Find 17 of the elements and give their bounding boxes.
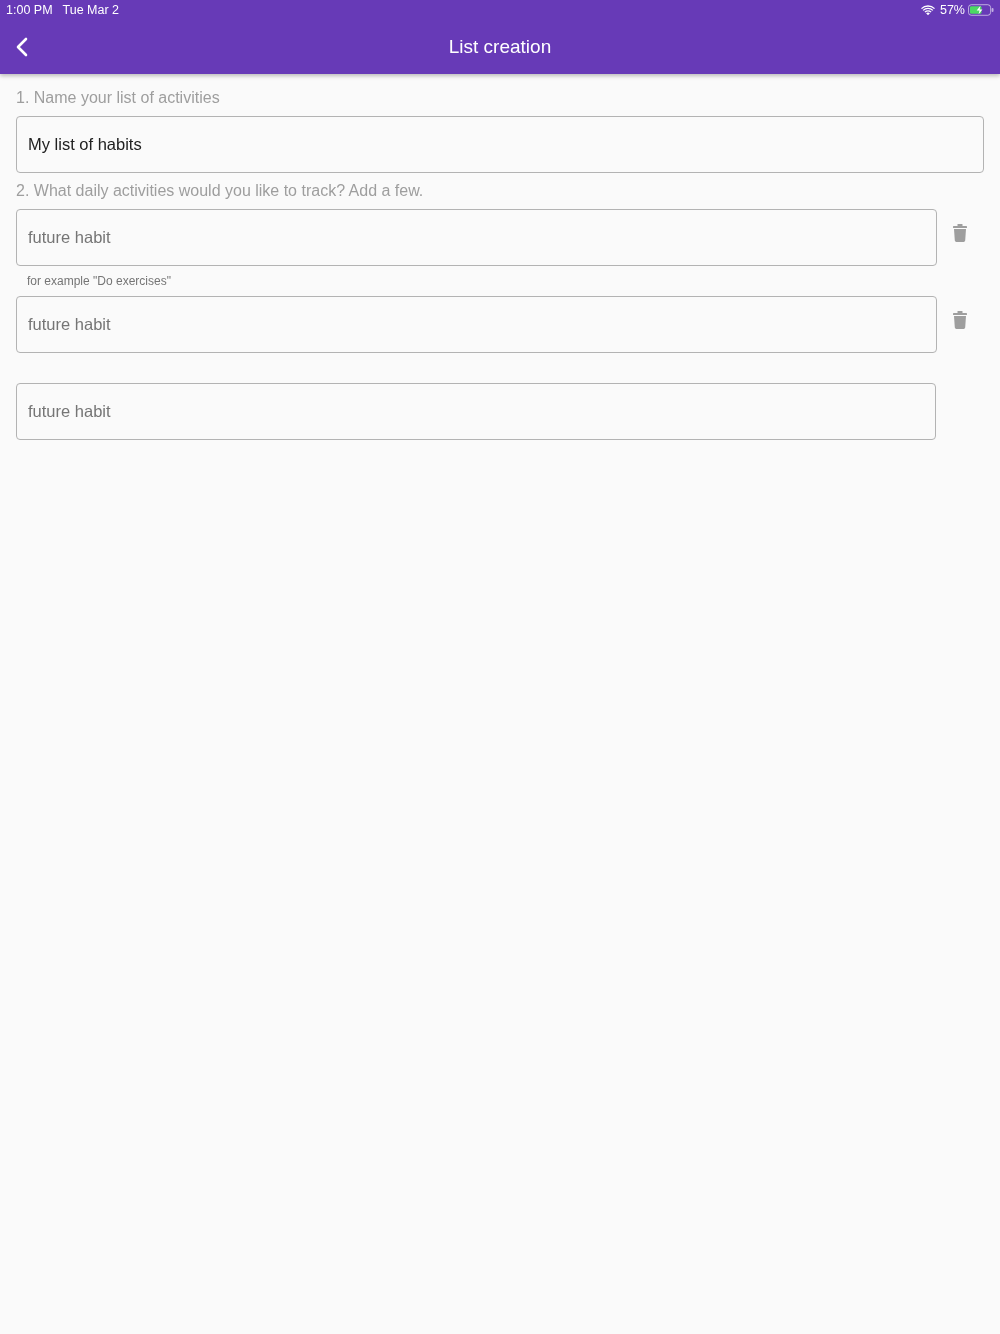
section-label: 1. Name your list of activities bbox=[16, 88, 221, 108]
charging-battery-icon bbox=[968, 4, 994, 16]
section-label: 2. What daily activities would you like to track? Add a few. bbox=[16, 181, 425, 201]
status-date: Tue Mar 2 bbox=[62, 3, 120, 17]
trash-icon bbox=[953, 224, 967, 242]
back-chevron-icon bbox=[16, 37, 28, 57]
habit-field[interactable]: future habit bbox=[16, 296, 937, 353]
list-name-field[interactable]: My list of habits bbox=[16, 116, 984, 173]
screen-title: List creation bbox=[448, 36, 552, 58]
habit-field[interactable]: future habit bbox=[16, 383, 937, 440]
trash-icon bbox=[953, 311, 967, 329]
status-time: 1:00 PM bbox=[6, 3, 53, 17]
battery-percentage: 57% bbox=[939, 3, 965, 17]
back-button[interactable] bbox=[14, 36, 30, 58]
helper-text: for example "Do exercises" bbox=[27, 274, 171, 288]
wifi-icon bbox=[920, 4, 935, 16]
habit-field[interactable]: future habit bbox=[16, 209, 937, 266]
